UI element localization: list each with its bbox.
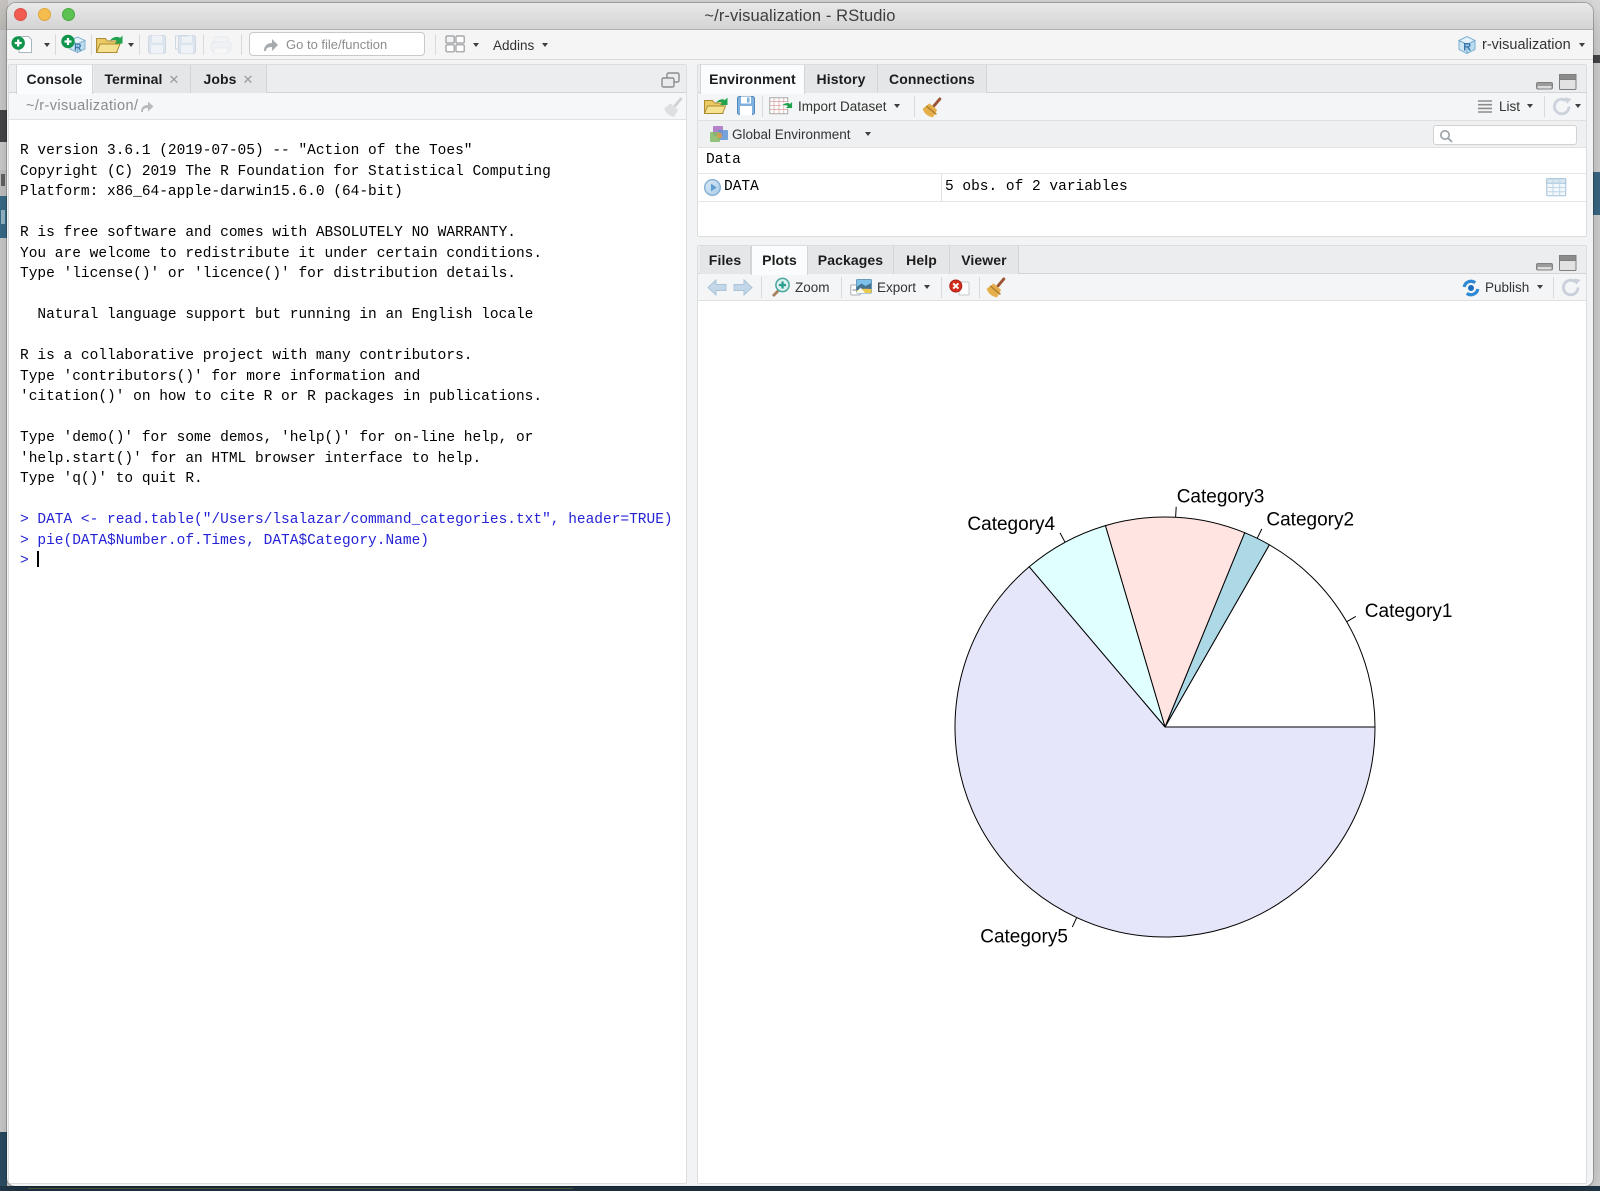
svg-text:Category1: Category1 <box>1365 601 1453 622</box>
svg-text:R: R <box>1463 42 1471 54</box>
svg-text:R: R <box>74 42 82 54</box>
svg-text:Category2: Category2 <box>1266 510 1354 531</box>
svg-text:Category3: Category3 <box>1177 486 1265 507</box>
svg-text:Category4: Category4 <box>967 514 1055 535</box>
svg-text:Category5: Category5 <box>980 927 1068 948</box>
